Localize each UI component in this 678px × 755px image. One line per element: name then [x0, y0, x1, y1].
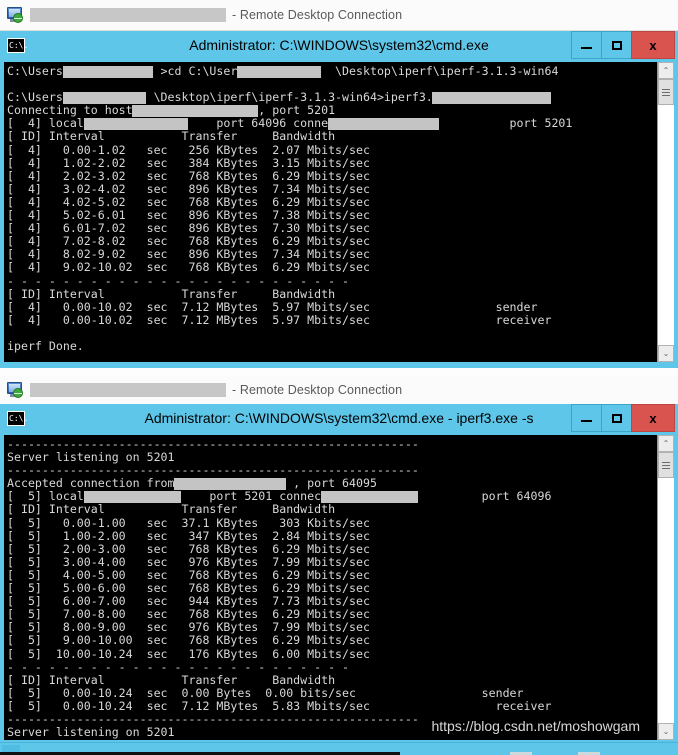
taskbar[interactable] — [0, 742, 678, 755]
redacted-text-block — [132, 104, 258, 117]
cmd-icon — [7, 37, 28, 53]
minimize-button[interactable] — [571, 404, 601, 432]
grip-icon — [662, 88, 670, 96]
scroll-down-button[interactable]: ⌄ — [658, 345, 674, 362]
console-line: [ 5] 0.00-1.00 sec 37.1 KBytes 303 Kbits… — [7, 515, 370, 530]
maximize-button[interactable] — [601, 404, 631, 432]
watermark-label: https://blog.csdn.net/moshowgam — [431, 718, 640, 734]
window-controls-client: x — [571, 31, 678, 59]
rdp-title-label: - Remote Desktop Connection — [232, 383, 403, 397]
console-output-client[interactable]: C:\Users\ >cd C:\Users\ \Desktop\iperf\i… — [4, 62, 657, 362]
redacted-hostname — [30, 8, 226, 22]
console-line: [ 4] 9.02-10.02 sec 768 KBytes 6.29 Mbit… — [7, 260, 370, 275]
redacted-text-block — [320, 490, 419, 503]
console-line: [ 4] 0.00-1.02 sec 256 KBytes 2.07 Mbits… — [7, 142, 370, 157]
console-line: [ 5] 3.00-4.00 sec 976 KBytes 7.99 Mbits… — [7, 554, 370, 569]
cmd-window-server: Administrator: C:\WINDOWS\system32\cmd.e… — [0, 404, 678, 746]
rdp-title-label: - Remote Desktop Connection — [232, 8, 403, 22]
scroll-track[interactable] — [658, 452, 674, 723]
console-line: C:\Users\ >cd C:\Users\ \Desktop\iperf\i… — [7, 64, 559, 78]
rdp-connection-bar-top: - Remote Desktop Connection — [0, 0, 678, 31]
console-line: - - - - - - - - - - - - - - - - - - - - … — [7, 273, 350, 288]
remote-desktop-icon — [6, 381, 24, 399]
console-line: [ 5] 0.00-10.24 sec 7.12 MBytes 5.83 Mbi… — [7, 698, 552, 713]
redacted-text-block — [174, 477, 286, 490]
console-line: [ 5] 2.00-3.00 sec 768 KBytes 6.29 Mbits… — [7, 541, 370, 556]
redacted-text-block — [62, 91, 147, 104]
titlebar-server[interactable]: Administrator: C:\WINDOWS\system32\cmd.e… — [0, 404, 678, 432]
console-line: [ ID] Interval Transfer Bandwidth — [7, 286, 336, 301]
redacted-text-block — [62, 65, 154, 78]
console-line: [ 5] 1.00-2.00 sec 347 KBytes 2.84 Mbits… — [7, 528, 370, 543]
maximize-button[interactable] — [601, 31, 631, 59]
close-button[interactable]: x — [631, 404, 675, 432]
scroll-down-button[interactable]: ⌄ — [658, 723, 674, 740]
console-line: [ 4] 0.00-10.02 sec 7.12 MBytes 5.97 Mbi… — [7, 299, 538, 314]
console-line: iperf Done. — [7, 338, 84, 353]
console-line: [ ID] Interval Transfer Bandwidth — [7, 672, 336, 687]
console-line: [ 4] 0.00-10.02 sec 7.12 MBytes 5.97 Mbi… — [7, 312, 552, 327]
grip-icon — [662, 461, 670, 469]
console-area-client: C:\Users\ >cd C:\Users\ \Desktop\iperf\i… — [0, 59, 678, 368]
scroll-up-button[interactable]: ⌃ — [658, 435, 674, 452]
redacted-text-block — [83, 117, 189, 130]
scroll-thumb[interactable] — [658, 79, 674, 105]
desktop-screen: - Remote Desktop Connection Administrato… — [0, 0, 678, 755]
console-line: ----------------------------------------… — [7, 739, 657, 740]
window-controls-server: x — [571, 404, 678, 432]
rdp-connection-bar-bottom: - Remote Desktop Connection — [0, 375, 678, 406]
console-line: [ 5] 0.00-10.24 sec 0.00 Bytes 0.00 bits… — [7, 685, 524, 700]
minimize-button[interactable] — [571, 31, 601, 59]
scroll-up-button[interactable]: ⌃ — [658, 62, 674, 79]
redacted-text-block — [327, 117, 440, 130]
close-button[interactable]: x — [631, 31, 675, 59]
redacted-text-block — [237, 65, 321, 78]
chevron-down-icon: ⌄ — [662, 726, 670, 736]
console-line: [ 4] 1.02-2.02 sec 384 KBytes 3.15 Mbits… — [7, 155, 370, 170]
console-area-server: ----------------------------------------… — [0, 432, 678, 746]
console-line: [ 5] 9.00-10.00 sec 768 KBytes 6.29 Mbit… — [7, 633, 370, 648]
scroll-track[interactable] — [658, 79, 674, 345]
console-line: [ ID] Interval Transfer Bandwidth — [7, 129, 336, 144]
console-line: [ 4] 2.02-3.02 sec 768 KBytes 6.29 Mbits… — [7, 168, 370, 183]
chevron-up-icon: ⌃ — [662, 438, 670, 448]
console-output-server[interactable]: ----------------------------------------… — [4, 435, 657, 740]
redacted-hostname — [30, 383, 226, 397]
scroll-thumb[interactable] — [658, 452, 674, 478]
cmd-window-client: Administrator: C:\WINDOWS\system32\cmd.e… — [0, 31, 678, 368]
chevron-up-icon: ⌃ — [662, 65, 670, 75]
remote-desktop-icon — [6, 6, 24, 24]
scrollbar-client[interactable]: ⌃ ⌄ — [657, 62, 674, 362]
console-line: [ 4] 3.02-4.02 sec 896 KBytes 7.34 Mbits… — [7, 181, 370, 196]
scrollbar-server[interactable]: ⌃ ⌄ — [657, 435, 674, 740]
console-line: - - - - - - - - - - - - - - - - - - - - … — [7, 659, 350, 674]
chevron-down-icon: ⌄ — [662, 348, 670, 358]
titlebar-client[interactable]: Administrator: C:\WINDOWS\system32\cmd.e… — [0, 31, 678, 59]
console-line: [ ID] Interval Transfer Bandwidth — [7, 502, 336, 517]
console-line: [ 5] 10.00-10.24 sec 176 KBytes 6.00 Mbi… — [7, 646, 370, 661]
redacted-text-block — [432, 91, 551, 104]
cmd-icon — [7, 410, 28, 426]
redacted-text-block — [83, 490, 182, 503]
